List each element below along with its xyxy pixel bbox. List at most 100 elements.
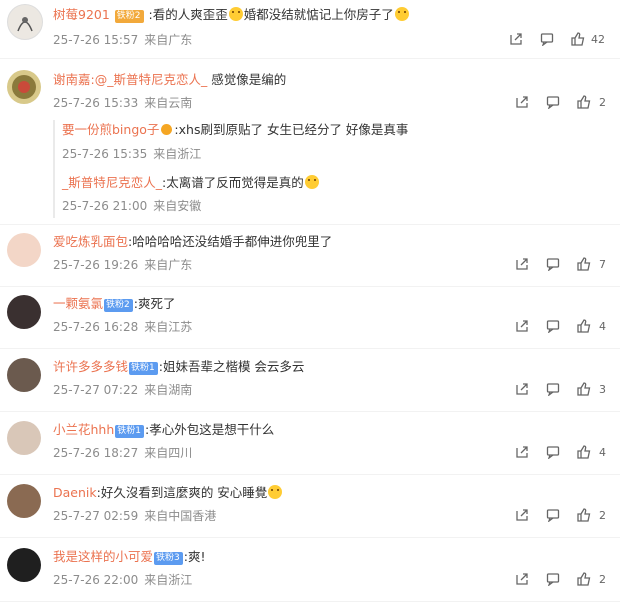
avatar[interactable] <box>7 4 43 40</box>
mention-link[interactable]: :@_斯普特尼克恋人_ <box>91 72 208 87</box>
share-icon[interactable] <box>515 95 529 109</box>
timestamp: 25-7-27 02:59 <box>53 509 139 523</box>
reply-username[interactable]: 要一份煎bingo子 <box>62 122 159 137</box>
thumb-up-icon <box>577 508 591 522</box>
share-icon[interactable] <box>509 32 523 46</box>
vip-icon <box>161 124 173 135</box>
comment-text: :孝心外包这是想干什么 <box>145 422 275 437</box>
location: 来自浙江 <box>153 147 202 161</box>
timestamp: 25-7-26 15:33 <box>53 96 139 110</box>
location: 来自中国香港 <box>144 509 217 523</box>
comment-icon[interactable] <box>546 508 560 522</box>
fan-badge: 铁粉3 <box>154 552 183 565</box>
location: 来自湖南 <box>144 383 193 397</box>
timestamp: 25-7-26 16:28 <box>53 320 139 334</box>
comment-icon[interactable] <box>546 382 560 396</box>
timestamp: 25-7-27 07:22 <box>53 383 139 397</box>
emoji-icon <box>304 175 319 189</box>
avatar[interactable] <box>7 484 41 518</box>
timestamp: 25-7-26 22:00 <box>53 573 139 587</box>
thumb-up-icon <box>577 445 591 459</box>
share-icon[interactable] <box>515 445 529 459</box>
username[interactable]: 一颗氨氯 <box>53 296 103 311</box>
username[interactable]: 爱吃炼乳面包 <box>53 234 128 249</box>
comment-icon[interactable] <box>546 319 560 333</box>
avatar[interactable] <box>7 295 41 329</box>
like-count: 4 <box>599 445 606 459</box>
like-button[interactable]: 42 <box>571 32 605 46</box>
like-button[interactable]: 2 <box>577 95 606 109</box>
location: 来自云南 <box>144 96 193 110</box>
comment-text-2: 婚都没结就惦记上你房子了 <box>243 7 394 22</box>
avatar[interactable] <box>7 70 41 104</box>
username[interactable]: 树莓9201 <box>53 7 110 22</box>
thumb-up-icon <box>577 572 591 586</box>
username[interactable]: Daenik <box>53 485 97 500</box>
comment-text: :好久沒看到這麼爽的 安心睡覺 <box>96 485 268 500</box>
comment-text: :爽! <box>183 549 206 564</box>
emoji-icon <box>394 7 409 21</box>
emoji-icon <box>268 485 283 499</box>
comment-icon[interactable] <box>546 572 560 586</box>
comment-text: :看的人爽歪歪 <box>148 7 228 22</box>
comment-icon[interactable] <box>546 95 560 109</box>
like-button[interactable]: 2 <box>577 508 606 522</box>
like-button[interactable]: 4 <box>577 445 606 459</box>
thumb-up-icon <box>577 95 591 109</box>
avatar[interactable] <box>7 421 41 455</box>
thumb-up-icon <box>577 319 591 333</box>
like-count: 4 <box>599 319 606 333</box>
comment-text: :爽死了 <box>133 296 176 311</box>
avatar[interactable] <box>7 548 41 582</box>
comment-icon[interactable] <box>540 32 554 46</box>
share-icon[interactable] <box>515 572 529 586</box>
fan-badge: 铁粉2 <box>104 299 133 312</box>
share-icon[interactable] <box>515 319 529 333</box>
like-count: 7 <box>599 257 606 271</box>
like-button[interactable]: 2 <box>577 572 606 586</box>
avatar[interactable] <box>7 358 41 392</box>
timestamp: 25-7-26 18:27 <box>53 446 139 460</box>
fan-badge: 铁粉1 <box>129 362 158 375</box>
timestamp: 25-7-26 21:00 <box>62 199 148 213</box>
thumb-up-icon <box>571 32 585 46</box>
location: 来自广东 <box>144 33 193 47</box>
location: 来自安徽 <box>153 199 202 213</box>
username[interactable]: 谢南嘉 <box>53 72 91 87</box>
emoji-icon <box>228 7 243 21</box>
username[interactable]: 许许多多多钱 <box>53 359 128 374</box>
like-count: 2 <box>599 572 606 586</box>
reply-username[interactable]: _斯普特尼克恋人_ <box>62 175 162 190</box>
thumb-up-icon <box>577 382 591 396</box>
comment-icon[interactable] <box>546 445 560 459</box>
location: 来自江苏 <box>144 320 193 334</box>
share-icon[interactable] <box>515 508 529 522</box>
like-count: 2 <box>599 508 606 522</box>
like-count: 3 <box>599 382 606 396</box>
location: 来自广东 <box>144 258 193 272</box>
comment-text: :哈哈哈哈还没结婚手都伸进你兜里了 <box>128 234 333 249</box>
reply-text: :xhs刷到原贴了 女生已经分了 好像是真事 <box>174 122 409 137</box>
fan-badge: 铁粉2 <box>114 10 144 23</box>
location: 来自四川 <box>144 446 193 460</box>
username[interactable]: 我是这样的小可爱 <box>53 549 153 564</box>
timestamp: 25-7-26 15:35 <box>62 147 148 161</box>
username[interactable]: 小兰花hhh <box>53 422 114 437</box>
location: 来自浙江 <box>144 573 193 587</box>
like-count: 2 <box>599 95 606 109</box>
thumb-up-icon <box>577 257 591 271</box>
timestamp: 25-7-26 15:57 <box>53 33 139 47</box>
reply-text: :太离谱了反而觉得是真的 <box>162 175 304 190</box>
like-button[interactable]: 3 <box>577 382 606 396</box>
like-count: 42 <box>591 32 605 46</box>
comment-text: :姐妹吾辈之楷模 会云多云 <box>158 359 305 374</box>
like-button[interactable]: 4 <box>577 319 606 333</box>
fan-badge: 铁粉1 <box>115 425 145 438</box>
comment-icon[interactable] <box>546 257 560 271</box>
timestamp: 25-7-26 19:26 <box>53 258 139 272</box>
like-button[interactable]: 7 <box>577 257 606 271</box>
share-icon[interactable] <box>515 382 529 396</box>
share-icon[interactable] <box>515 257 529 271</box>
comment-text: 感觉像是编的 <box>207 72 287 87</box>
avatar[interactable] <box>7 233 41 267</box>
